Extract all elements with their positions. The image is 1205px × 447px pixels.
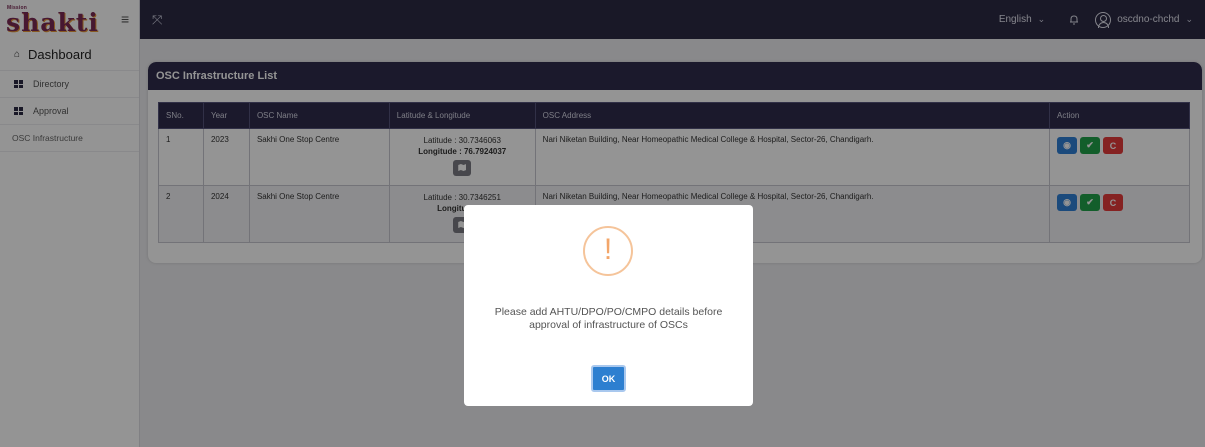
- alert-message: Please add AHTU/DPO/PO/CMPO details befo…: [494, 306, 723, 331]
- alert-dialog: ! Please add AHTU/DPO/PO/CMPO details be…: [464, 205, 753, 406]
- ok-button[interactable]: OK: [591, 365, 626, 392]
- warning-icon: !: [583, 226, 633, 276]
